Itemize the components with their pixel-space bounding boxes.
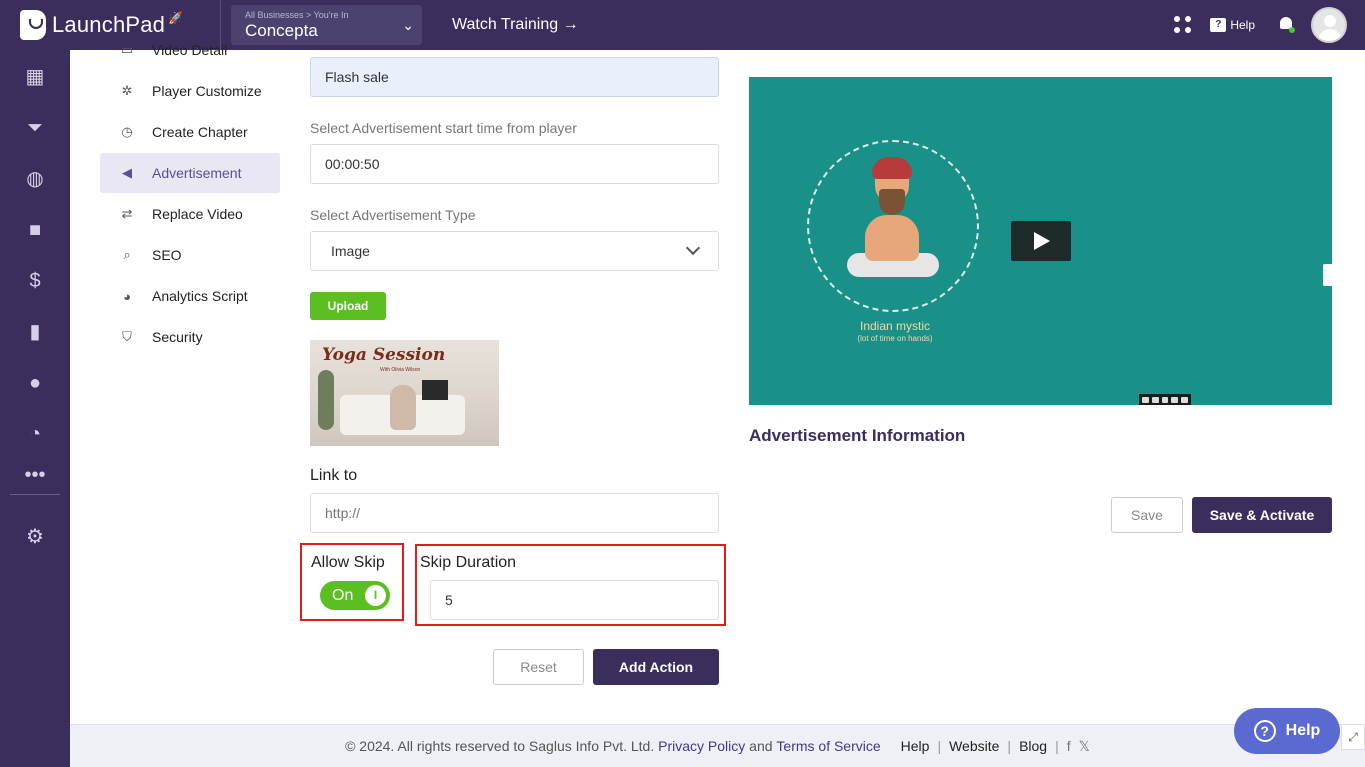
globe-icon[interactable]: ◍ bbox=[24, 168, 46, 190]
rail-divider bbox=[10, 494, 60, 495]
ad-type-label: Select Advertisement Type bbox=[310, 207, 476, 223]
submenu-advertisement[interactable]: ◀ Advertisement bbox=[100, 153, 280, 193]
footer: © 2024. All rights reserved to Saglus In… bbox=[70, 724, 1365, 767]
player-controls[interactable] bbox=[1139, 394, 1191, 405]
avatar[interactable] bbox=[1311, 7, 1347, 43]
left-rail: ▦ ⏷ ◍ ■ $ ▮ ● ◔ ••• ⚙ bbox=[0, 50, 70, 767]
facebook-icon[interactable]: f bbox=[1067, 738, 1071, 754]
watch-training-link[interactable]: Watch Training → bbox=[452, 16, 579, 34]
pie-chart-icon: ◕ bbox=[123, 288, 131, 304]
chevron-down-icon: ⌄ bbox=[402, 17, 414, 33]
shield-icon: ⛉ bbox=[122, 329, 132, 344]
footer-website-link[interactable]: Website bbox=[949, 738, 999, 754]
submenu-seo[interactable]: ⌕ SEO bbox=[100, 235, 280, 275]
help-circle-icon: ? bbox=[1253, 720, 1276, 742]
x-twitter-icon[interactable]: 𝕏 bbox=[1079, 738, 1090, 755]
stopwatch-icon: ◷ bbox=[121, 124, 133, 139]
thumbnail-subtitle: With Olivia Wilson bbox=[380, 367, 421, 373]
logo-icon bbox=[20, 10, 46, 40]
video-subcaption: (lot of time on hands) bbox=[857, 334, 933, 343]
save-button[interactable]: Save bbox=[1111, 497, 1183, 533]
help-label: Help bbox=[1230, 18, 1255, 32]
footer-divider: | bbox=[1007, 738, 1012, 754]
link-url-input[interactable] bbox=[310, 493, 719, 533]
ad-image-thumbnail: Yoga Session With Olivia Wilson bbox=[310, 340, 499, 446]
business-breadcrumb: All Businesses > You're In bbox=[245, 10, 349, 20]
settings-icon[interactable]: ⚙ bbox=[24, 526, 46, 548]
allow-skip-toggle[interactable]: On I bbox=[320, 581, 390, 610]
submenu-security[interactable]: ⛉ Security bbox=[100, 317, 280, 357]
submenu-player-customize[interactable]: ✲ Player Customize bbox=[100, 71, 280, 111]
help-icon: ? bbox=[1210, 18, 1227, 32]
toggle-knob: I bbox=[365, 585, 386, 606]
submenu-label: Video Detail bbox=[152, 42, 228, 58]
footer-help-link[interactable]: Help bbox=[901, 738, 930, 754]
rocket-icon: 🚀 bbox=[168, 11, 184, 25]
submenu-analytics-script[interactable]: ◕ Analytics Script bbox=[100, 276, 280, 316]
users-icon[interactable]: ● bbox=[24, 372, 46, 394]
submenu-label: Player Customize bbox=[152, 83, 262, 99]
allow-skip-label: Allow Skip bbox=[311, 554, 385, 571]
help-fab-label: Help bbox=[1285, 722, 1321, 739]
submenu-label: Advertisement bbox=[152, 165, 242, 181]
start-time-input[interactable]: 00:00:50 bbox=[310, 144, 719, 184]
submenu-video-detail[interactable]: ▭ Video Detail bbox=[100, 30, 280, 70]
gauge-icon[interactable]: ◔ bbox=[24, 423, 46, 445]
footer-divider: | bbox=[937, 738, 942, 754]
ad-name-input[interactable]: Flash sale bbox=[310, 57, 719, 97]
privacy-policy-link[interactable]: Privacy Policy bbox=[658, 738, 745, 754]
advertisement-info-title: Advertisement Information bbox=[749, 426, 966, 445]
terms-link[interactable]: Terms of Service bbox=[776, 738, 880, 754]
video-preview[interactable]: Indian mystic (lot of time on hands) bbox=[749, 77, 1332, 405]
footer-blog-link[interactable]: Blog bbox=[1019, 738, 1047, 754]
video-detail-icon: ▭ bbox=[120, 42, 134, 57]
swap-icon: ⇄ bbox=[121, 206, 133, 221]
seo-search-icon: ⌕ bbox=[123, 247, 131, 262]
thumbnail-title: Yoga Session bbox=[322, 345, 446, 365]
notification-bell-icon[interactable] bbox=[1277, 16, 1295, 34]
dollar-icon[interactable]: $ bbox=[24, 270, 46, 292]
submenu-label: SEO bbox=[152, 247, 182, 263]
help-fab-button[interactable]: ? Help bbox=[1234, 708, 1340, 754]
add-action-button[interactable]: Add Action bbox=[593, 649, 719, 685]
megaphone-icon: ◀ bbox=[122, 165, 132, 180]
dashboard-icon[interactable]: ▦ bbox=[24, 66, 46, 88]
start-time-label: Select Advertisement start time from pla… bbox=[310, 120, 577, 136]
funnel-icon[interactable]: ⏷ bbox=[24, 117, 46, 139]
analytics-icon[interactable]: ▮ bbox=[24, 321, 46, 343]
reset-button[interactable]: Reset bbox=[493, 649, 584, 685]
ad-type-value: Image bbox=[331, 243, 370, 259]
expand-icon[interactable]: ⤢ bbox=[1341, 724, 1365, 750]
more-icon[interactable]: ••• bbox=[24, 464, 46, 486]
submenu-create-chapter[interactable]: ◷ Create Chapter bbox=[100, 112, 280, 152]
play-icon[interactable] bbox=[1011, 221, 1071, 261]
help-link[interactable]: ? Help bbox=[1210, 18, 1255, 32]
submenu-label: Replace Video bbox=[152, 206, 243, 222]
submenu-label: Security bbox=[152, 329, 203, 345]
submenu-label: Analytics Script bbox=[152, 288, 248, 304]
save-activate-button[interactable]: Save & Activate bbox=[1192, 497, 1332, 533]
submenu-replace-video[interactable]: ⇄ Replace Video bbox=[100, 194, 280, 234]
video-icon[interactable]: ■ bbox=[24, 219, 46, 241]
ad-type-select[interactable]: Image bbox=[310, 231, 719, 271]
chevron-down-icon bbox=[685, 240, 701, 256]
video-caption: Indian mystic bbox=[859, 319, 931, 333]
customize-icon: ✲ bbox=[121, 83, 133, 98]
submenu-label: Create Chapter bbox=[152, 124, 248, 140]
toggle-state: On bbox=[332, 587, 354, 604]
side-collapse-handle[interactable] bbox=[1323, 264, 1333, 286]
upload-button[interactable]: Upload bbox=[310, 292, 386, 320]
skip-duration-input[interactable]: 5 bbox=[430, 580, 719, 620]
skip-duration-label: Skip Duration bbox=[420, 554, 517, 571]
and-text: and bbox=[749, 738, 773, 754]
footer-divider: | bbox=[1055, 738, 1059, 754]
apps-grid-icon[interactable] bbox=[1174, 16, 1192, 34]
link-to-label: Link to bbox=[310, 467, 358, 484]
copyright-text: © 2024. All rights reserved to Saglus In… bbox=[345, 738, 655, 754]
